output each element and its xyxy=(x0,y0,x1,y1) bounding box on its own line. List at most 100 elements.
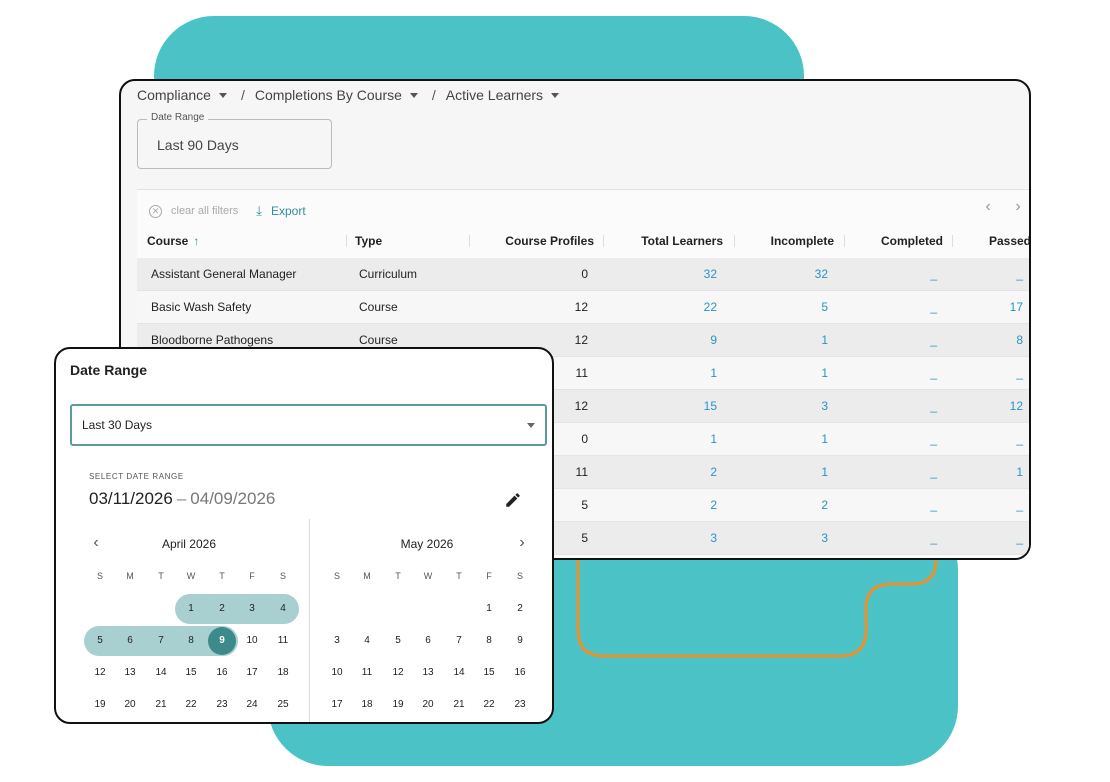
calendar-day[interactable]: 8 xyxy=(177,627,205,655)
calendar-day[interactable]: 8 xyxy=(475,627,503,655)
table-cell[interactable]: 1 xyxy=(738,324,828,357)
calendar-day[interactable]: 3 xyxy=(238,595,266,623)
table-cell[interactable]: _ xyxy=(847,357,937,390)
table-cell[interactable]: _ xyxy=(957,357,1023,390)
calendar-day[interactable]: 13 xyxy=(414,659,442,687)
calendar-day[interactable]: 4 xyxy=(353,627,381,655)
column-header-passed[interactable]: Passed xyxy=(961,230,1029,258)
column-header-type[interactable]: Type xyxy=(355,230,382,258)
calendar-day[interactable]: 11 xyxy=(353,659,381,687)
calendar-day[interactable]: 9 xyxy=(506,627,534,655)
table-cell[interactable]: 2 xyxy=(607,489,717,522)
table-cell[interactable]: 2 xyxy=(607,456,717,489)
calendar-day[interactable]: 25 xyxy=(269,691,297,719)
calendar-day[interactable]: 1 xyxy=(475,595,503,623)
table-cell[interactable]: 17 xyxy=(957,291,1023,324)
breadcrumb-completions-by-course[interactable]: Completions By Course xyxy=(255,87,418,103)
table-cell[interactable]: 1 xyxy=(738,357,828,390)
table-cell[interactable]: _ xyxy=(957,423,1023,456)
calendar-day[interactable]: 18 xyxy=(353,691,381,719)
table-cell[interactable]: 3 xyxy=(607,522,717,555)
table-row[interactable]: Basic Wash Safety Course 12 22 5 _ 17 xyxy=(137,291,1029,324)
chevron-left-icon[interactable]: ‹ xyxy=(89,534,103,552)
calendar-day[interactable]: 21 xyxy=(147,691,175,719)
calendar-day[interactable]: 9 xyxy=(208,627,236,655)
calendar-day[interactable]: 7 xyxy=(445,627,473,655)
calendar-day[interactable]: 12 xyxy=(86,659,114,687)
table-cell[interactable]: 12 xyxy=(957,390,1023,423)
table-cell[interactable]: _ xyxy=(847,423,937,456)
calendar-day[interactable]: 17 xyxy=(323,691,351,719)
calendar-day[interactable]: 5 xyxy=(384,627,412,655)
clear-filters-button[interactable]: ✕ clear all filters xyxy=(149,204,238,218)
table-cell[interactable]: _ xyxy=(847,390,937,423)
calendar-day[interactable]: 3 xyxy=(323,627,351,655)
calendar-day[interactable]: 2 xyxy=(506,595,534,623)
calendar-day[interactable]: 5 xyxy=(86,627,114,655)
table-cell[interactable]: _ xyxy=(957,258,1023,291)
table-cell[interactable]: _ xyxy=(847,324,937,357)
table-cell[interactable]: _ xyxy=(847,489,937,522)
calendar-day[interactable]: 23 xyxy=(208,691,236,719)
calendar-day[interactable]: 16 xyxy=(208,659,236,687)
date-range-select[interactable]: Last 30 Days xyxy=(70,404,547,446)
date-range-filter[interactable]: Date Range Last 90 Days xyxy=(137,112,332,169)
calendar-day[interactable]: 15 xyxy=(177,659,205,687)
calendar-day[interactable]: 21 xyxy=(445,691,473,719)
calendar-day[interactable]: 7 xyxy=(147,627,175,655)
table-cell[interactable]: 2 xyxy=(738,489,828,522)
table-cell[interactable]: 9 xyxy=(607,324,717,357)
chevron-left-icon[interactable]: ‹ xyxy=(973,198,1003,216)
chevron-right-icon[interactable]: › xyxy=(515,534,529,552)
calendar-day[interactable]: 10 xyxy=(323,659,351,687)
table-cell[interactable]: _ xyxy=(957,522,1023,555)
breadcrumb-compliance[interactable]: Compliance xyxy=(137,87,227,103)
table-cell[interactable]: _ xyxy=(957,489,1023,522)
column-header-course-profiles[interactable]: Course Profiles xyxy=(478,230,594,258)
calendar-day[interactable]: 18 xyxy=(269,659,297,687)
calendar-day[interactable]: 15 xyxy=(475,659,503,687)
calendar-day[interactable]: 10 xyxy=(238,627,266,655)
column-header-total-learners[interactable]: Total Learners xyxy=(613,230,723,258)
table-cell[interactable]: _ xyxy=(847,456,937,489)
breadcrumb-active-learners[interactable]: Active Learners xyxy=(446,87,560,103)
calendar-day[interactable]: 16 xyxy=(506,659,534,687)
table-cell[interactable]: 1 xyxy=(607,423,717,456)
table-cell[interactable]: _ xyxy=(847,291,937,324)
calendar-day[interactable]: 14 xyxy=(147,659,175,687)
table-cell[interactable]: 3 xyxy=(738,390,828,423)
table-cell[interactable]: 1 xyxy=(738,423,828,456)
calendar-day[interactable]: 14 xyxy=(445,659,473,687)
calendar-day[interactable]: 22 xyxy=(475,691,503,719)
calendar-day[interactable]: 6 xyxy=(116,627,144,655)
calendar-day[interactable]: 24 xyxy=(238,691,266,719)
calendar-day[interactable]: 6 xyxy=(414,627,442,655)
export-button[interactable]: ⤓ Export xyxy=(256,203,305,219)
chevron-right-icon[interactable]: › xyxy=(1003,198,1029,216)
calendar-day[interactable]: 12 xyxy=(384,659,412,687)
column-header-course[interactable]: Course ↑ xyxy=(147,230,199,258)
column-header-completed[interactable]: Completed xyxy=(853,230,943,258)
calendar-day[interactable]: 4 xyxy=(269,595,297,623)
calendar-day[interactable]: 2 xyxy=(208,595,236,623)
calendar-day[interactable]: 13 xyxy=(116,659,144,687)
calendar-day[interactable]: 19 xyxy=(86,691,114,719)
table-cell[interactable]: 32 xyxy=(607,258,717,291)
calendar-day[interactable]: 20 xyxy=(116,691,144,719)
calendar-day[interactable]: 11 xyxy=(269,627,297,655)
calendar-day[interactable]: 23 xyxy=(506,691,534,719)
table-cell[interactable]: 22 xyxy=(607,291,717,324)
calendar-day[interactable]: 22 xyxy=(177,691,205,719)
calendar-day[interactable]: 1 xyxy=(177,595,205,623)
table-row[interactable]: Assistant General Manager Curriculum 0 32 32… xyxy=(137,258,1029,291)
table-cell[interactable]: 1 xyxy=(738,456,828,489)
calendar-day[interactable]: 20 xyxy=(414,691,442,719)
table-cell[interactable]: 8 xyxy=(957,324,1023,357)
table-cell[interactable]: 1 xyxy=(957,456,1023,489)
table-cell[interactable]: 3 xyxy=(738,522,828,555)
table-cell[interactable]: 32 xyxy=(738,258,828,291)
table-cell[interactable]: 15 xyxy=(607,390,717,423)
table-cell[interactable]: 1 xyxy=(607,357,717,390)
calendar-day[interactable]: 19 xyxy=(384,691,412,719)
table-cell[interactable]: 5 xyxy=(738,291,828,324)
